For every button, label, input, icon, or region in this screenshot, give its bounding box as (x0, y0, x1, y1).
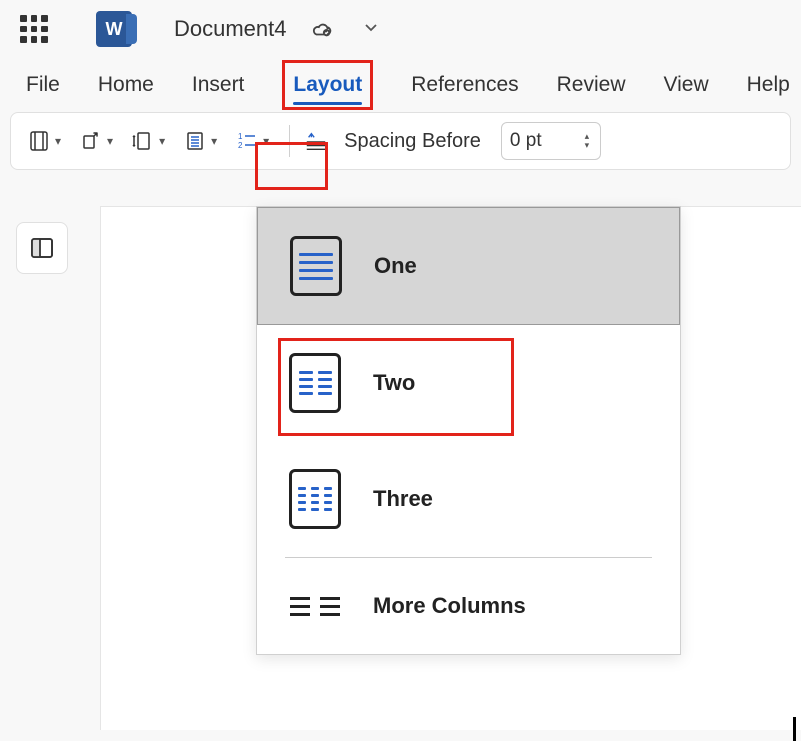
chevron-down-icon: ▾ (159, 134, 165, 148)
columns-button[interactable]: ▾ (177, 123, 223, 159)
title-bar: W Document4 (0, 0, 801, 58)
cloud-sync-icon[interactable] (311, 18, 333, 40)
highlight-layout-tab: Layout (282, 60, 373, 110)
word-logo-letter: W (106, 19, 123, 40)
chevron-down-icon: ▾ (211, 134, 217, 148)
document-title[interactable]: Document4 (174, 16, 287, 42)
tab-review[interactable]: Review (557, 63, 626, 107)
chevron-down-icon: ▾ (107, 134, 113, 148)
columns-more-label: More Columns (373, 593, 526, 619)
layout-toolbar: ▾ ▾ ▾ ▾ 12 ▾ Spacing Before 0 pt ▴ ▾ (10, 112, 791, 170)
columns-option-three[interactable]: Three (257, 441, 680, 557)
spacing-spinner: ▴ ▾ (582, 133, 592, 149)
columns-two-label: Two (373, 370, 415, 396)
columns-dropdown: One Two Three More Columns (256, 206, 681, 655)
ribbon-tabs: File Home Insert Layout References Revie… (0, 58, 801, 112)
title-dropdown-icon[interactable] (363, 19, 379, 40)
spinner-up-icon[interactable]: ▴ (582, 133, 592, 140)
tab-file[interactable]: File (26, 63, 60, 107)
tab-view[interactable]: View (664, 63, 709, 107)
tab-help[interactable]: Help (747, 63, 790, 107)
one-column-icon (290, 236, 342, 296)
spacing-before-value: 0 pt (510, 130, 582, 152)
tab-layout[interactable]: Layout (293, 63, 362, 107)
more-columns-icon (289, 586, 341, 626)
tab-home[interactable]: Home (98, 63, 154, 107)
line-numbers-button[interactable]: 12 ▾ (229, 123, 275, 159)
columns-one-label: One (374, 253, 417, 279)
two-column-icon (289, 353, 341, 413)
orientation-button[interactable]: ▾ (73, 123, 119, 159)
navigation-pane-button[interactable] (16, 222, 68, 274)
spinner-down-icon[interactable]: ▾ (582, 142, 592, 149)
orientation-icon (79, 129, 103, 153)
chevron-down-icon: ▾ (263, 134, 269, 148)
size-icon (131, 129, 155, 153)
spacing-before-icon (304, 129, 328, 153)
spacing-before-input[interactable]: 0 pt ▴ ▾ (501, 122, 601, 160)
word-logo-icon: W (96, 11, 132, 47)
line-numbers-icon: 12 (235, 129, 259, 153)
app-launcher-icon[interactable] (20, 15, 48, 43)
svg-text:1: 1 (238, 132, 243, 141)
three-column-icon (289, 469, 341, 529)
spacing-before-label: Spacing Before (344, 130, 481, 153)
tab-insert[interactable]: Insert (192, 63, 245, 107)
text-cursor (793, 717, 796, 741)
tab-references[interactable]: References (411, 63, 518, 107)
columns-option-two[interactable]: Two (257, 325, 680, 441)
columns-icon (183, 129, 207, 153)
margins-button[interactable]: ▾ (21, 123, 67, 159)
svg-text:2: 2 (238, 141, 243, 150)
size-button[interactable]: ▾ (125, 123, 171, 159)
columns-three-label: Three (373, 486, 433, 512)
navigation-pane-icon (29, 235, 55, 261)
columns-option-more[interactable]: More Columns (257, 558, 680, 654)
chevron-down-icon: ▾ (55, 134, 61, 148)
toolbar-divider (289, 125, 290, 157)
margins-icon (27, 129, 51, 153)
columns-option-one[interactable]: One (257, 207, 680, 325)
